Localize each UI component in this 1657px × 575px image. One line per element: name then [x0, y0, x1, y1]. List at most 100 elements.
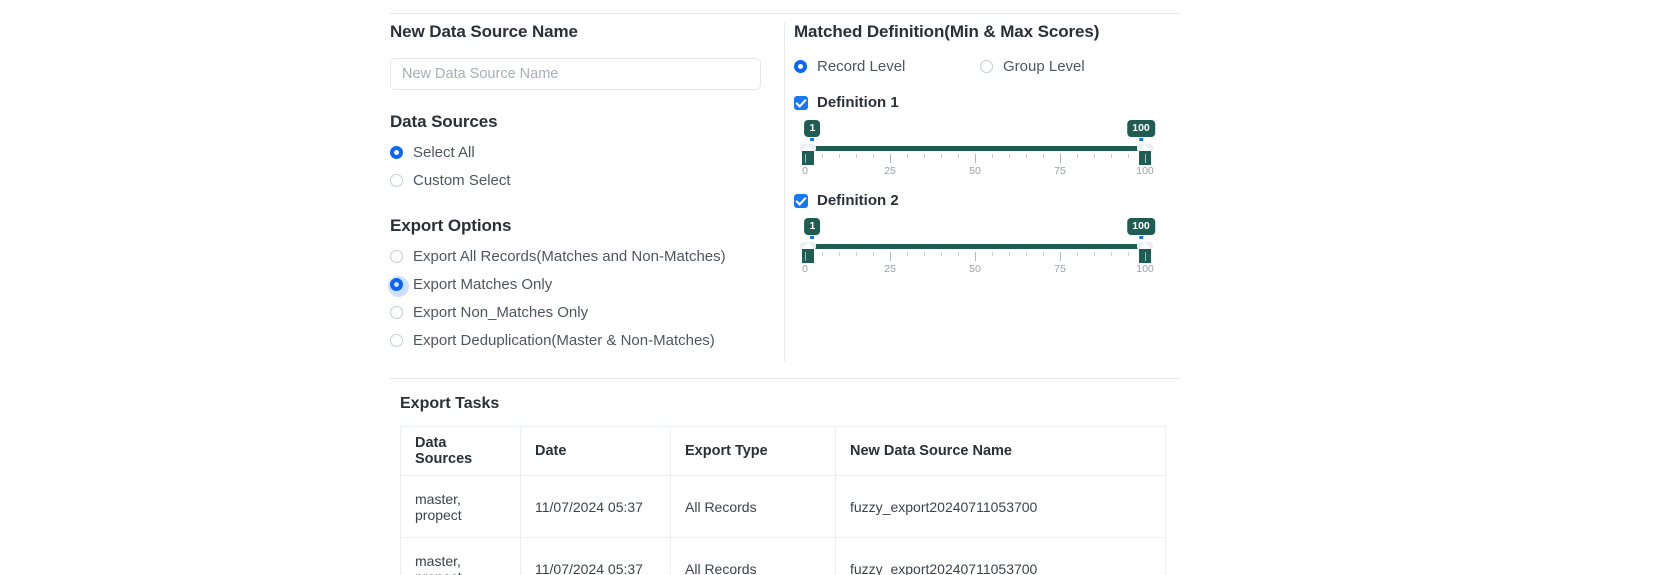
- table-header-row: Data Sources Date Export Type New Data S…: [400, 426, 1166, 476]
- cell-date: 11/07/2024 05:37: [520, 537, 671, 575]
- export-option-non-matches-only[interactable]: Export Non_Matches Only: [390, 298, 774, 326]
- data-source-option-label: Select All: [413, 143, 475, 161]
- data-sources-heading: Data Sources: [390, 112, 498, 131]
- slider-min-tooltip: 1: [804, 120, 821, 141]
- export-option-all-records[interactable]: Export All Records(Matches and Non-Match…: [390, 242, 774, 270]
- column-header-new-data-source-name: New Data Source Name: [835, 426, 1166, 476]
- slider-tick-labels: 0 25 50 75 100: [802, 165, 1154, 179]
- slider-tick-label: 100: [1136, 263, 1154, 275]
- slider-tick-label: 25: [884, 165, 896, 177]
- slider-tick: [839, 252, 840, 256]
- slider-tick-label: 0: [802, 165, 808, 177]
- cell-export-type: All Records: [670, 475, 836, 538]
- new-data-source-name-heading: New Data Source Name: [390, 22, 578, 41]
- cell-new-data-source-name: fuzzy_export20240711053700: [835, 475, 1166, 538]
- cell-date: 11/07/2024 05:37: [520, 475, 671, 538]
- slider-tick: [873, 252, 874, 256]
- radio-icon-record-level[interactable]: [794, 59, 807, 73]
- slider-tick-label: 75: [1054, 263, 1066, 275]
- export-option-matches-only[interactable]: Export Matches Only: [388, 270, 774, 298]
- table-row[interactable]: master, propect11/07/2024 05:37All Recor…: [400, 475, 1166, 538]
- slider-tick: [890, 154, 891, 163]
- slider-max-tooltip: 100: [1127, 120, 1155, 141]
- slider-tick: [1145, 154, 1146, 163]
- radio-icon-deduplication[interactable]: [390, 333, 403, 347]
- slider-tick: [1060, 154, 1061, 163]
- radio-icon-select-all[interactable]: [390, 145, 403, 159]
- match-level-record[interactable]: Record Level: [794, 52, 980, 80]
- export-options-group: Export Options Export All Records(Matche…: [388, 216, 774, 354]
- matched-definition-heading: Matched Definition(Min & Max Scores): [794, 22, 1100, 41]
- slider-tick: [975, 154, 976, 163]
- slider-track-fill: [808, 146, 1145, 151]
- new-data-source-name-input[interactable]: [390, 58, 761, 90]
- slider-max-tooltip: 100: [1127, 218, 1155, 239]
- match-level-radio-group: Record Level Group Level: [794, 52, 1180, 80]
- slider-tick-label: 50: [969, 165, 981, 177]
- radio-icon-matches-only[interactable]: [388, 275, 409, 297]
- slider-tick: [890, 252, 891, 261]
- slider-tick: [1026, 252, 1027, 256]
- slider-tick: [1026, 154, 1027, 158]
- new-data-source-name-input-wrap: [390, 58, 774, 90]
- config-area: New Data Source Name Data Sources Select…: [388, 22, 1180, 370]
- right-config-column: Matched Definition(Min & Max Scores) Rec…: [794, 22, 1180, 276]
- slider-track-fill: [808, 244, 1145, 249]
- definition-1-range-slider[interactable]: 1 100 0 25 50 75 100: [800, 120, 1155, 179]
- slider-tick: [958, 252, 959, 256]
- slider-tick: [805, 252, 806, 261]
- slider-tick: [1060, 252, 1061, 261]
- slider-tick: [1111, 252, 1112, 256]
- data-sources-group: Data Sources Select All Custom Select: [390, 112, 774, 194]
- checkbox-icon-definition-1[interactable]: [794, 95, 808, 110]
- export-tasks-heading: Export Tasks: [400, 395, 500, 412]
- slider-tick-label: 0: [802, 263, 808, 275]
- slider-tick-labels: 0 25 50 75 100: [802, 263, 1154, 277]
- slider-tick: [992, 252, 993, 256]
- table-row[interactable]: master, propect11/07/2024 05:37All Recor…: [400, 537, 1166, 575]
- slider-tick: [856, 154, 857, 158]
- definition-2-block: Definition 2 1 100 0 25 50 75 100: [794, 192, 1180, 276]
- slider-tick: [975, 252, 976, 261]
- export-option-deduplication[interactable]: Export Deduplication(Master & Non-Matche…: [390, 326, 774, 354]
- slider-tick: [822, 154, 823, 158]
- slider-tick: [1077, 252, 1078, 256]
- slider-tick-label: 25: [884, 263, 896, 275]
- export-tasks-table: Data Sources Date Export Type New Data S…: [400, 426, 1166, 575]
- definition-1-header[interactable]: Definition 1: [794, 94, 1180, 111]
- definition-2-header[interactable]: Definition 2: [794, 192, 1180, 209]
- export-option-label: Export Non_Matches Only: [413, 303, 589, 321]
- radio-icon-non-matches-only[interactable]: [390, 305, 403, 319]
- column-header-export-type: Export Type: [670, 426, 836, 476]
- slider-tick: [839, 154, 840, 158]
- match-level-label: Group Level: [1003, 57, 1085, 75]
- slider-tick-label: 100: [1136, 165, 1154, 177]
- definition-1-block: Definition 1 1 100 0 25 50 75 100: [794, 94, 1180, 178]
- definition-2-label: Definition 2: [817, 192, 899, 209]
- slider-tick: [822, 252, 823, 256]
- radio-icon-all-records[interactable]: [390, 249, 403, 263]
- slider-tick: [1145, 252, 1146, 261]
- checkbox-icon-definition-2[interactable]: [794, 193, 808, 208]
- export-option-label: Export All Records(Matches and Non-Match…: [413, 247, 726, 265]
- column-divider: [784, 22, 785, 362]
- definition-2-range-slider[interactable]: 1 100 0 25 50 75 100: [800, 218, 1155, 277]
- slider-ticks: [805, 252, 1146, 261]
- radio-icon-group-level[interactable]: [980, 59, 993, 73]
- slider-tick: [1094, 154, 1095, 158]
- cell-data-sources: master, propect: [400, 537, 521, 575]
- slider-tick: [941, 154, 942, 158]
- data-source-option-custom-select[interactable]: Custom Select: [390, 166, 774, 194]
- radio-icon-custom-select[interactable]: [390, 173, 403, 187]
- slider-tick: [924, 154, 925, 158]
- slider-tick: [1043, 252, 1044, 256]
- slider-tick: [856, 252, 857, 256]
- export-configuration-page: New Data Source Name Data Sources Select…: [0, 0, 1657, 575]
- slider-tick: [958, 154, 959, 158]
- slider-tick: [992, 154, 993, 158]
- cell-data-sources: master, propect: [400, 475, 521, 538]
- column-header-data-sources: Data Sources: [400, 426, 521, 476]
- data-source-option-select-all[interactable]: Select All: [390, 138, 774, 166]
- match-level-group[interactable]: Group Level: [980, 52, 1166, 80]
- cell-export-type: All Records: [670, 537, 836, 575]
